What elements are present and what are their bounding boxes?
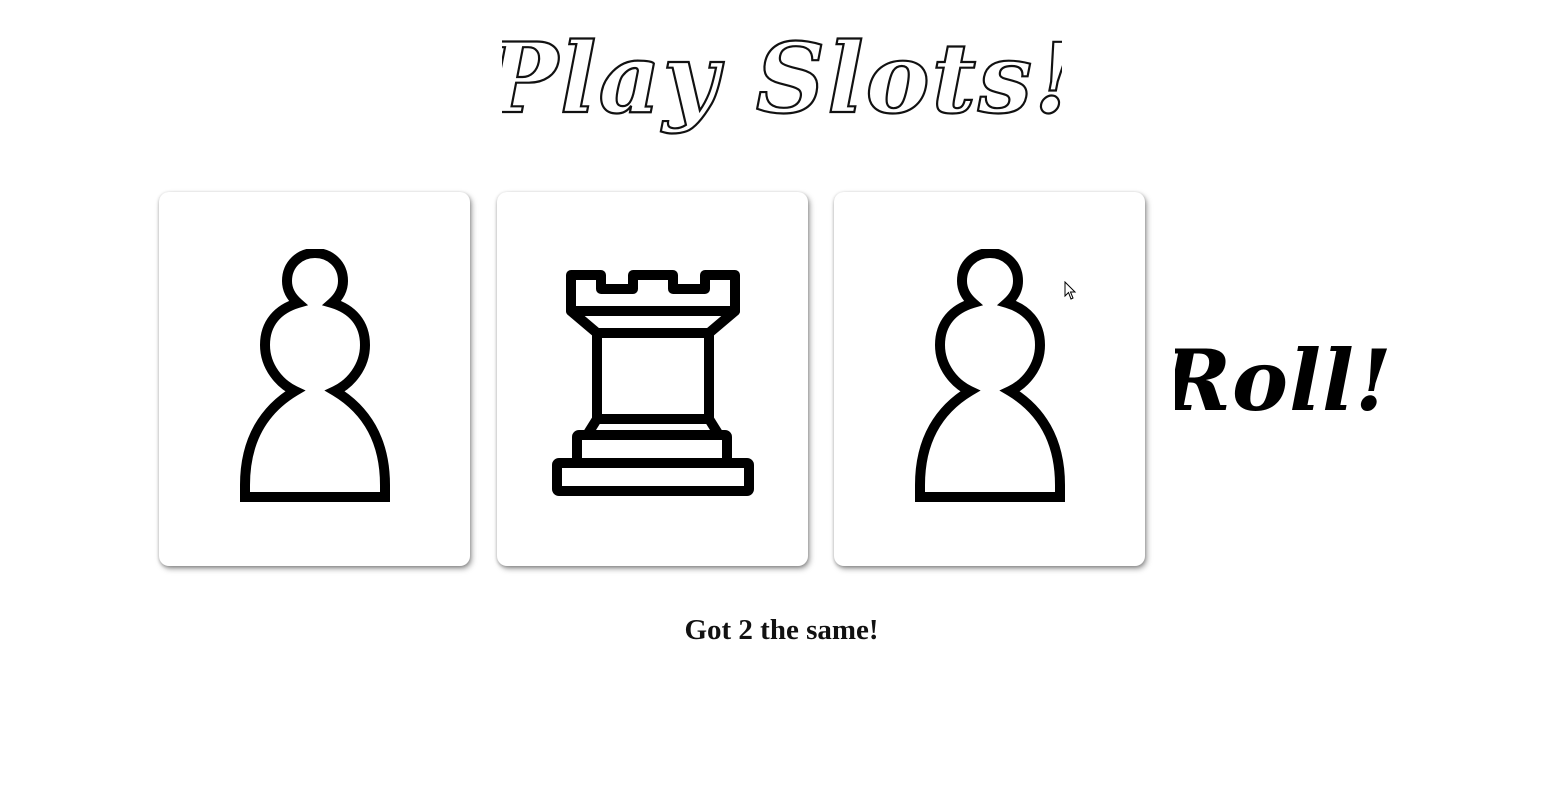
page-title: Play Slots! xyxy=(502,21,1062,136)
page-title-text: Play Slots! xyxy=(502,22,1062,135)
slots-page: Play Slots! Roll! Got 2 the same! xyxy=(0,0,1563,807)
roll-button-label: Roll! xyxy=(1159,331,1393,430)
title-banner: Play Slots! xyxy=(0,12,1563,152)
rook-icon xyxy=(551,270,754,496)
roll-button[interactable]: Roll! xyxy=(1159,330,1395,430)
mouse-cursor-icon xyxy=(1064,281,1077,300)
result-message: Got 2 the same! xyxy=(684,614,879,646)
roll-button-text: Roll! xyxy=(1175,331,1393,430)
pawn-icon xyxy=(239,249,390,502)
slot-card-3 xyxy=(834,192,1145,566)
slot-card-1 xyxy=(159,192,470,566)
slot-card-2 xyxy=(497,192,808,566)
